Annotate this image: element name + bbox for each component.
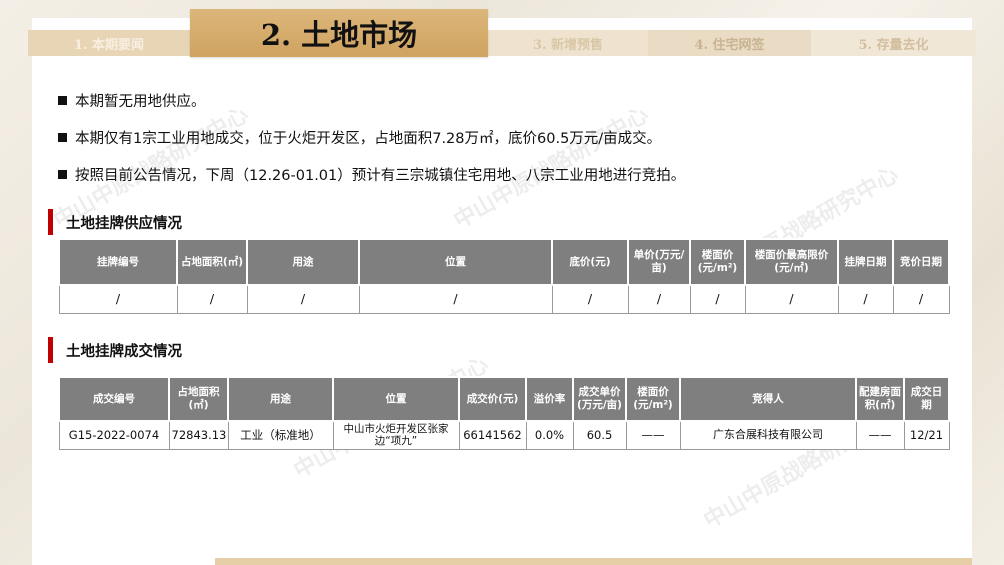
table-cell: /	[744, 284, 839, 314]
col-header: 溢价率	[525, 376, 574, 422]
table-cell: /	[551, 284, 629, 314]
col-header: 竞价日期	[892, 238, 950, 286]
col-header: 占地面积(㎡)	[168, 376, 229, 422]
table-cell: 12/21	[903, 420, 950, 450]
decorative-strip	[215, 558, 972, 565]
col-header: 位置	[358, 238, 553, 286]
bullet-item: 按照目前公告情况，下周（12.26-01.01）预计有三宗城镇住宅用地、八宗工业…	[58, 164, 958, 184]
tab-residential-sign[interactable]: 4. 住宅网签	[648, 30, 811, 56]
table-cell: 广东合展科技有限公司	[679, 420, 857, 450]
table-cell: 66141562	[458, 420, 527, 450]
col-header: 用途	[246, 238, 360, 286]
col-header: 底价(元)	[551, 238, 629, 286]
bullet-square-icon	[58, 132, 67, 142]
table-row: / / / / / / / / / /	[58, 284, 950, 314]
deal-section-title: 土地挂牌成交情况	[48, 337, 182, 363]
table-cell: 工业（标准地）	[227, 420, 334, 450]
col-header: 占地面积(㎡)	[176, 238, 248, 286]
col-header: 成交日期	[903, 376, 950, 422]
deal-title-text: 土地挂牌成交情况	[66, 343, 182, 360]
table-cell: ——	[625, 420, 681, 450]
col-header: 竞得人	[679, 376, 857, 422]
col-header: 挂牌编号	[58, 238, 178, 286]
tab-land-market-active[interactable]: 2. 土地市场	[190, 9, 488, 57]
col-header: 成交单价(万元/亩)	[572, 376, 627, 422]
table-row: G15-2022-0074 72843.13 工业（标准地） 中山市火炬开发区张…	[58, 420, 950, 450]
col-header: 单价(万元/亩)	[627, 238, 691, 286]
supply-table: 挂牌编号 占地面积(㎡) 用途 位置 底价(元) 单价(万元/亩) 楼面价(元/…	[58, 238, 950, 314]
table-cell: G15-2022-0074	[58, 420, 170, 450]
section-nav: 1. 本期要闻 3. 新增预售 4. 住宅网签 5. 存量去化	[28, 30, 976, 56]
bullet-text: 本期暂无用地供应。	[75, 93, 206, 110]
supply-header-row: 挂牌编号 占地面积(㎡) 用途 位置 底价(元) 单价(万元/亩) 楼面价(元/…	[58, 238, 950, 286]
col-header: 配建房面积(㎡)	[855, 376, 905, 422]
table-cell: /	[892, 284, 950, 314]
table-cell: 中山市火炬开发区张家边“项九”	[332, 420, 460, 450]
table-cell: ——	[855, 420, 905, 450]
col-header: 位置	[332, 376, 460, 422]
supply-title-text: 土地挂牌供应情况	[66, 215, 182, 232]
bullet-square-icon	[58, 95, 67, 105]
table-cell: /	[837, 284, 894, 314]
bullet-text: 本期仅有1宗工业用地成交，位于火炬开发区，占地面积7.28万㎡，底价60.5万元…	[75, 130, 662, 147]
col-header: 楼面价(元/m²)	[689, 238, 746, 286]
col-header: 楼面价(元/m²)	[625, 376, 681, 422]
deal-table: 成交编号 占地面积(㎡) 用途 位置 成交价(元) 溢价率 成交单价(万元/亩)…	[58, 376, 950, 450]
section-marker	[48, 337, 53, 363]
table-cell: 72843.13	[168, 420, 229, 450]
col-header: 成交价(元)	[458, 376, 527, 422]
bullet-item: 本期暂无用地供应。	[58, 90, 958, 110]
col-header: 用途	[227, 376, 334, 422]
supply-section-title: 土地挂牌供应情况	[48, 209, 182, 235]
table-cell: /	[246, 284, 360, 314]
section-marker	[48, 209, 53, 235]
col-header: 楼面价最高限价(元/㎡)	[744, 238, 839, 286]
table-cell: /	[358, 284, 553, 314]
deal-header-row: 成交编号 占地面积(㎡) 用途 位置 成交价(元) 溢价率 成交单价(万元/亩)…	[58, 376, 950, 422]
bullet-text: 按照目前公告情况，下周（12.26-01.01）预计有三宗城镇住宅用地、八宗工业…	[75, 167, 686, 184]
tab-presale[interactable]: 3. 新增预售	[488, 30, 648, 56]
col-header: 成交编号	[58, 376, 170, 422]
bullet-square-icon	[58, 169, 67, 179]
table-cell: 0.0%	[525, 420, 574, 450]
tab-inventory[interactable]: 5. 存量去化	[811, 30, 976, 56]
table-cell: /	[627, 284, 691, 314]
table-cell: /	[176, 284, 248, 314]
table-cell: /	[58, 284, 178, 314]
bullet-item: 本期仅有1宗工业用地成交，位于火炬开发区，占地面积7.28万㎡，底价60.5万元…	[58, 127, 958, 147]
tab-news[interactable]: 1. 本期要闻	[28, 30, 190, 56]
table-cell: /	[689, 284, 746, 314]
col-header: 挂牌日期	[837, 238, 894, 286]
summary-bullets: 本期暂无用地供应。 本期仅有1宗工业用地成交，位于火炬开发区，占地面积7.28万…	[58, 90, 958, 201]
table-cell: 60.5	[572, 420, 627, 450]
